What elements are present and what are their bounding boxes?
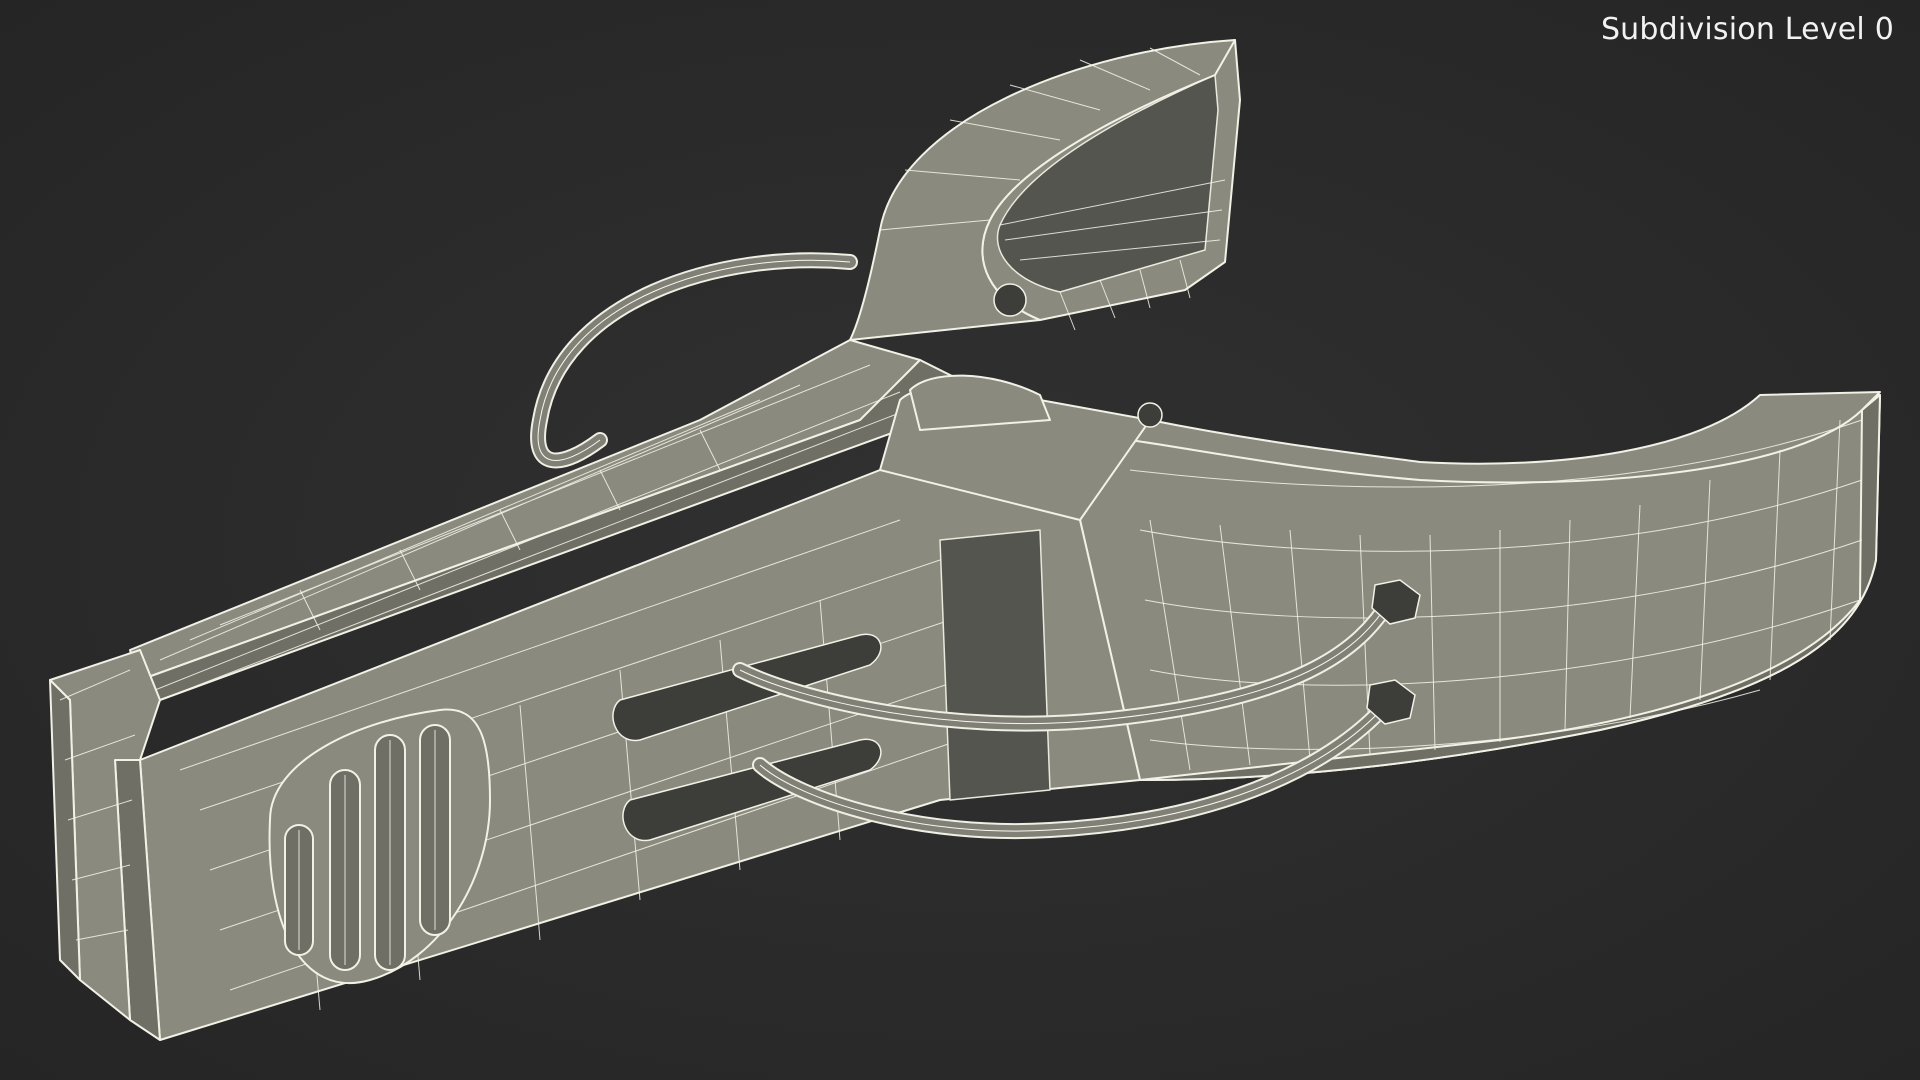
clothespin-wireframe-model[interactable] [0, 0, 1920, 1080]
subdivision-level-label: Subdivision Level 0 [1600, 12, 1894, 47]
render-viewport[interactable]: Subdivision Level 0 [0, 0, 1920, 1080]
